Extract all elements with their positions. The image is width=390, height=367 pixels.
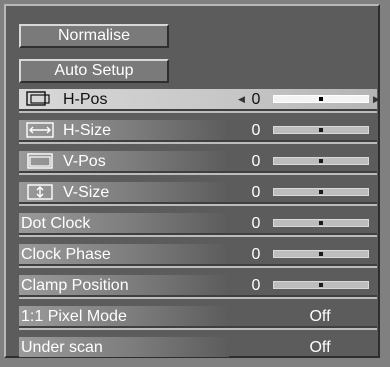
- menu-row-under-scan[interactable]: Under scan Off: [19, 337, 377, 359]
- menu-row-h-size[interactable]: H-Size 0: [19, 120, 377, 144]
- horizontal-position-icon: [26, 91, 50, 106]
- v-size-value: 0: [251, 184, 261, 201]
- position-size-menu: Normalise Auto Setup H-Pos ◀ 0 ▶ H-Size …: [4, 4, 380, 358]
- clamp-position-value: 0: [251, 277, 261, 294]
- menu-row-h-pos[interactable]: H-Pos ◀ 0 ▶: [19, 89, 380, 113]
- normalise-button[interactable]: Normalise: [19, 24, 169, 48]
- v-pos-value: 0: [251, 153, 261, 170]
- h-size-slider[interactable]: [273, 126, 369, 134]
- slider-thumb[interactable]: [319, 97, 323, 101]
- menu-row-v-pos[interactable]: V-Pos 0: [19, 151, 377, 175]
- vertical-size-icon: [27, 184, 53, 200]
- slider-thumb[interactable]: [319, 128, 323, 132]
- horizontal-size-icon: [26, 122, 54, 138]
- pixel-mode-value[interactable]: Off: [295, 306, 345, 328]
- clock-phase-label: Clock Phase: [21, 246, 111, 263]
- menu-row-dot-clock[interactable]: Dot Clock 0: [19, 213, 377, 237]
- v-size-slider[interactable]: [273, 188, 369, 196]
- slider-thumb[interactable]: [319, 252, 323, 256]
- menu-row-clock-phase[interactable]: Clock Phase 0: [19, 244, 377, 268]
- h-pos-slider[interactable]: [273, 95, 369, 103]
- h-size-value: 0: [251, 122, 261, 139]
- h-pos-value: 0: [251, 91, 261, 108]
- h-size-label: H-Size: [63, 122, 112, 139]
- clock-phase-value: 0: [251, 246, 261, 263]
- v-pos-slider[interactable]: [273, 157, 369, 165]
- slider-thumb[interactable]: [319, 159, 323, 163]
- dot-clock-slider[interactable]: [273, 219, 369, 227]
- dot-clock-label: Dot Clock: [21, 215, 91, 232]
- menu-row-clamp-position[interactable]: Clamp Position 0: [19, 275, 377, 299]
- slider-thumb[interactable]: [319, 221, 323, 225]
- under-scan-label: Under scan: [21, 339, 103, 356]
- v-pos-label: V-Pos: [63, 153, 106, 170]
- menu-row-pixel-mode[interactable]: 1:1 Pixel Mode Off: [19, 306, 377, 330]
- under-scan-value[interactable]: Off: [295, 337, 345, 359]
- h-pos-label: H-Pos: [63, 91, 108, 108]
- clamp-position-label: Clamp Position: [21, 277, 129, 294]
- v-size-label: V-Size: [63, 184, 110, 201]
- slider-thumb[interactable]: [319, 190, 323, 194]
- clamp-position-slider[interactable]: [273, 281, 369, 289]
- clock-phase-slider[interactable]: [273, 250, 369, 258]
- menu-row-v-size[interactable]: V-Size 0: [19, 182, 377, 206]
- dot-clock-value: 0: [251, 215, 261, 232]
- pixel-mode-label: 1:1 Pixel Mode: [21, 308, 127, 325]
- vertical-position-icon: [27, 153, 53, 169]
- auto-setup-button[interactable]: Auto Setup: [19, 59, 169, 83]
- slider-thumb[interactable]: [319, 283, 323, 287]
- decrease-arrow-icon[interactable]: ◀: [238, 94, 245, 104]
- increase-arrow-icon[interactable]: ▶: [373, 94, 380, 104]
